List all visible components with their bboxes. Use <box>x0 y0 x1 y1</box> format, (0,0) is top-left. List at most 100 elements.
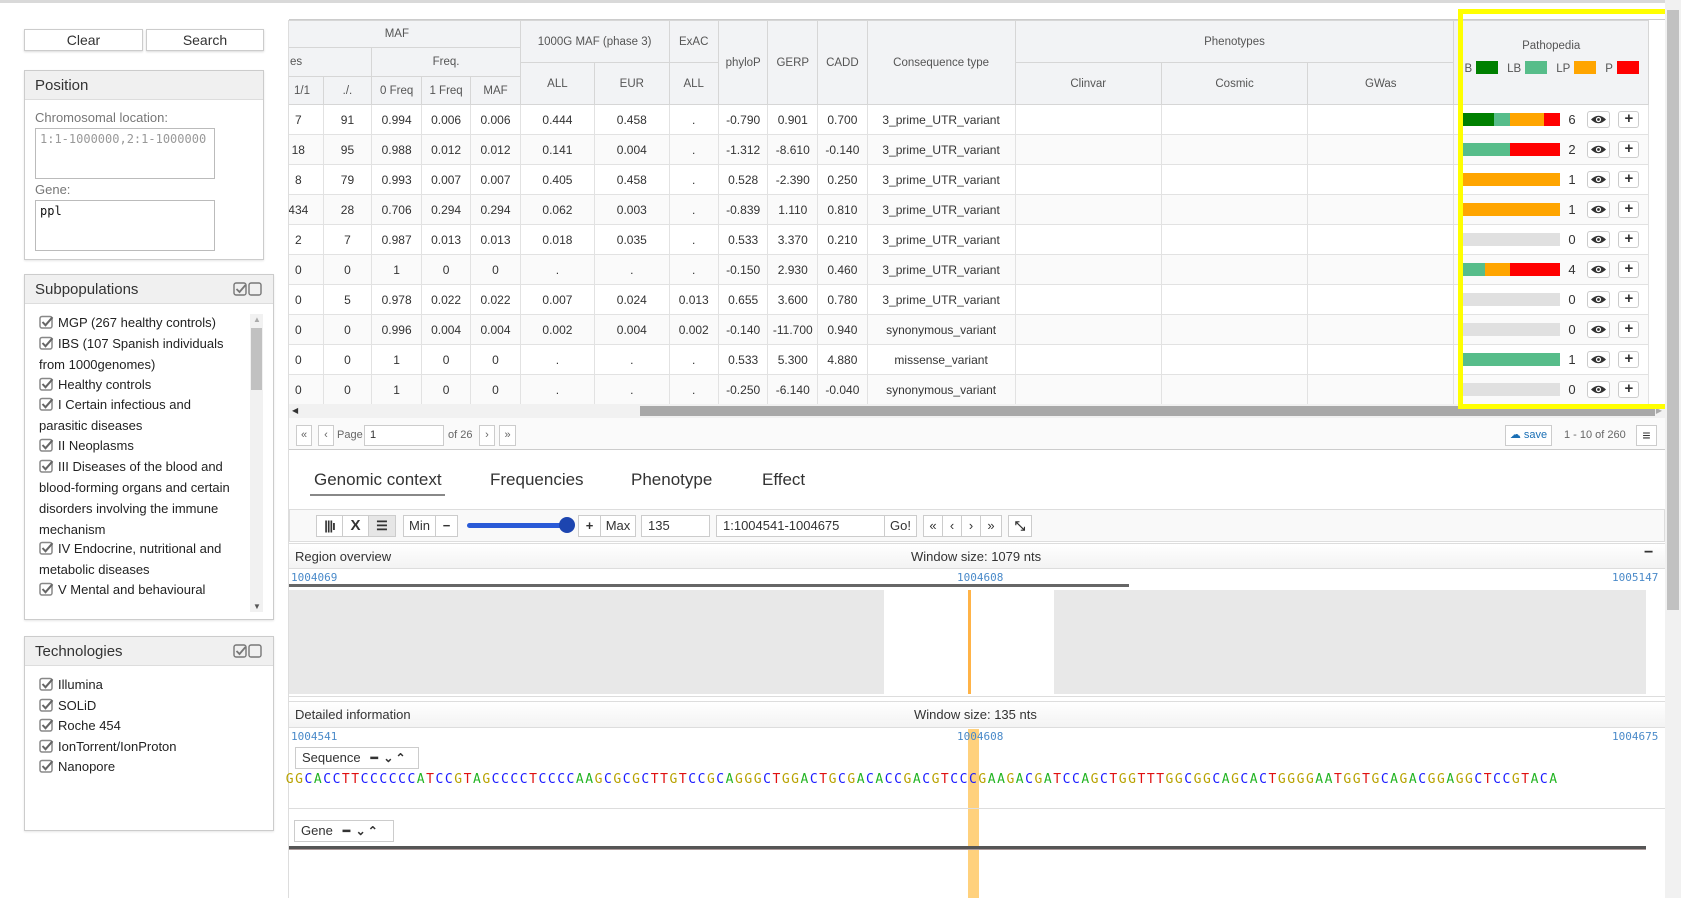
view-button[interactable] <box>1587 201 1611 218</box>
split-view-button[interactable]: X <box>342 515 369 537</box>
header-1000g-all[interactable]: ALL <box>519 62 596 105</box>
next-page-button[interactable]: › <box>479 425 495 446</box>
collapse-overview-icon[interactable]: − <box>1644 544 1653 562</box>
checkbox-checked-icon[interactable] <box>39 459 54 473</box>
checkbox-checked-icon[interactable] <box>39 759 54 773</box>
clear-button[interactable]: Clear <box>24 29 143 51</box>
subpop-scrollbar[interactable]: ▲ ▼ <box>250 314 263 612</box>
view-button[interactable] <box>1587 351 1611 368</box>
variant-row[interactable]: 18 95 0.988 0.012 0.012 0.141 0.004. -1.312 -8.6… <box>289 134 1649 165</box>
scroll-down-icon[interactable]: ▼ <box>253 602 261 611</box>
checkbox-item[interactable]: III Diseases of the blood and blood-form… <box>39 456 237 540</box>
checkbox-item[interactable]: I Certain infectious and parasitic disea… <box>39 394 237 436</box>
track-up-icon[interactable]: ⌃ <box>395 751 405 765</box>
prev-page-button[interactable]: ‹ <box>318 425 334 446</box>
back-button[interactable]: ‹ <box>942 515 962 537</box>
checkbox-checked-icon[interactable] <box>39 718 54 732</box>
checkbox-item[interactable]: II Neoplasms <box>39 435 237 456</box>
zoom-slider[interactable] <box>467 523 567 528</box>
variant-row[interactable]: 7 91 0.994 0.006 0.006 0.444 0.458. -0.790 0.901… <box>289 104 1649 135</box>
checkbox-item[interactable]: Roche 454 <box>39 715 237 736</box>
header-gerp[interactable]: GERP <box>767 20 819 105</box>
view-button[interactable] <box>1587 381 1611 398</box>
view-button[interactable] <box>1587 261 1611 278</box>
zoom-in-button[interactable]: + <box>578 515 601 537</box>
track-minimize-icon[interactable]: ━ <box>343 824 350 838</box>
scrollbar-thumb[interactable] <box>251 328 262 390</box>
checkbox-item[interactable]: Healthy controls <box>39 374 237 395</box>
checkbox-checked-icon[interactable] <box>39 377 54 391</box>
zoom-slider-handle[interactable] <box>559 517 575 533</box>
checkbox-checked-icon[interactable] <box>39 336 54 350</box>
header-exac-all[interactable]: ALL <box>668 62 719 105</box>
page-input[interactable]: 1 <box>364 425 444 446</box>
zoom-max-button[interactable]: Max <box>600 515 636 537</box>
header-maf-value[interactable]: MAF <box>470 76 521 105</box>
header-1-freq[interactable]: 1 Freq <box>420 76 472 105</box>
collapse-button[interactable]: ⤡ <box>1008 515 1032 537</box>
zoom-min-button[interactable]: Min <box>403 515 436 537</box>
add-button[interactable]: + <box>1618 321 1640 338</box>
variant-row[interactable]: 0 0 1 0 0... -0.150 2.930 0.460 3_prime_UTR_vari… <box>289 254 1649 285</box>
search-button[interactable]: Search <box>146 29 264 51</box>
checkbox-checked-icon[interactable] <box>39 739 54 753</box>
checkbox-item[interactable]: Nanopore <box>39 756 237 777</box>
add-button[interactable]: + <box>1618 111 1640 128</box>
variant-row[interactable]: 0 0 0.996 0.004 0.004 0.002 0.004 0.002 -0.140 -1… <box>289 314 1649 345</box>
region-input[interactable]: 1:1004541-1004675 <box>716 515 885 537</box>
header-missing[interactable]: ./. <box>322 76 373 105</box>
variant-row[interactable]: 2 7 0.987 0.013 0.013 0.018 0.035. 0.533 3.370 0.… <box>289 224 1649 255</box>
view-button[interactable] <box>1587 321 1611 338</box>
checkbox-item[interactable]: Illumina <box>39 674 237 695</box>
track-down-icon[interactable]: ⌄ <box>383 751 393 765</box>
view-button[interactable] <box>1587 171 1611 188</box>
fast-forward-button[interactable]: » <box>980 515 1002 537</box>
checkbox-checked-icon[interactable] <box>39 397 54 411</box>
track-down-icon[interactable]: ⌄ <box>356 824 366 838</box>
checkbox-item[interactable]: V Mental and behavioural <box>39 579 237 600</box>
view-button[interactable] <box>1587 111 1611 128</box>
checkbox-item[interactable]: IonTorrent/IonProton <box>39 736 237 757</box>
first-page-button[interactable]: « <box>296 425 312 446</box>
save-button[interactable]: ☁ save <box>1505 425 1552 446</box>
header-phylop[interactable]: phyloP <box>717 20 769 105</box>
tab-genomic-context[interactable]: Genomic context <box>314 470 442 490</box>
track-up-icon[interactable]: ⌃ <box>368 824 378 838</box>
check-all-icon[interactable] <box>233 644 263 658</box>
page-scrollbar[interactable] <box>1665 0 1681 898</box>
overview-track-left[interactable] <box>289 590 884 694</box>
header-0-freq[interactable]: 0 Freq <box>371 76 422 105</box>
track-minimize-icon[interactable]: ━ <box>371 751 378 765</box>
gene-input[interactable]: ppl <box>35 200 215 251</box>
columns-menu-button[interactable]: ≡ <box>1636 425 1657 446</box>
tab-effect[interactable]: Effect <box>762 470 805 490</box>
gene-track-header[interactable]: Gene ━ ⌄ ⌃ <box>294 820 394 842</box>
variant-row[interactable]: 434 28 0.706 0.294 0.294 0.062 0.003. -0.839 1.1… <box>289 194 1649 225</box>
variant-row[interactable]: 0 0 1 0 0... 0.533 5.300 4.880 missense_variant 1… <box>289 344 1649 375</box>
view-button[interactable] <box>1587 291 1611 308</box>
scroll-left-icon[interactable]: ◀ <box>292 406 298 415</box>
scrollbar-thumb[interactable] <box>640 406 1655 416</box>
scrollbar-thumb[interactable] <box>1667 10 1679 610</box>
checkbox-checked-icon[interactable] <box>39 677 54 691</box>
header-cadd[interactable]: CADD <box>817 20 868 105</box>
header-clinvar[interactable]: Clinvar <box>1014 62 1162 105</box>
chrom-location-input[interactable]: 1:1-1000000,2:1-1000000 <box>35 128 215 179</box>
table-horizontal-scrollbar[interactable]: ◀ ▶ <box>289 404 1665 418</box>
variant-row[interactable]: 8 79 0.993 0.007 0.007 0.405 0.458. 0.528 -2.390… <box>289 164 1649 195</box>
sequence-track-header[interactable]: Sequence ━ ⌄ ⌃ <box>295 747 419 769</box>
header-1000g-eur[interactable]: EUR <box>594 62 670 105</box>
view-button[interactable] <box>1587 231 1611 248</box>
add-button[interactable]: + <box>1618 291 1640 308</box>
tab-frequencies[interactable]: Frequencies <box>490 470 584 490</box>
add-button[interactable]: + <box>1618 231 1640 248</box>
scroll-right-icon[interactable]: ▶ <box>1656 406 1662 415</box>
check-all-icon[interactable] <box>233 282 263 296</box>
variant-row[interactable]: 0 0 1 0 0... -0.250 -6.140 -0.040 synonymous_var… <box>289 374 1649 405</box>
fast-back-button[interactable]: « <box>923 515 943 537</box>
variant-row[interactable]: 0 5 0.978 0.022 0.022 0.007 0.024 0.013 0.655 3.6… <box>289 284 1649 315</box>
scroll-up-icon[interactable]: ▲ <box>253 315 261 324</box>
tab-phenotype[interactable]: Phenotype <box>631 470 712 490</box>
checkbox-checked-icon[interactable] <box>39 438 54 452</box>
add-button[interactable]: + <box>1618 261 1640 278</box>
